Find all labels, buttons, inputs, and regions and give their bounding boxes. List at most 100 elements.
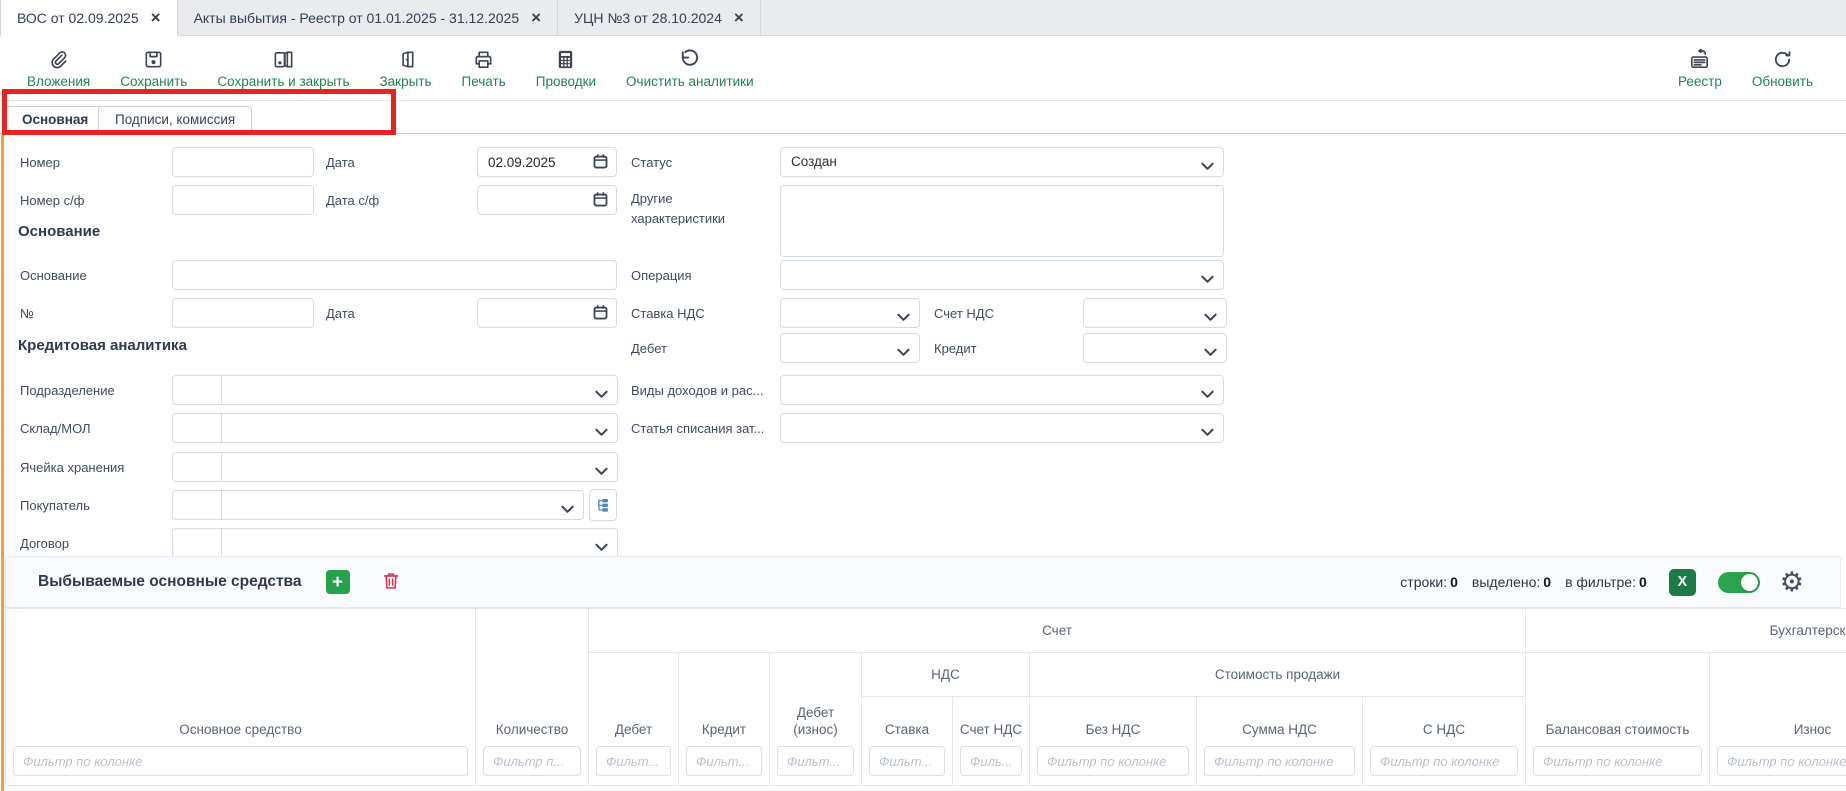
warehouse-combo bbox=[172, 413, 618, 443]
window-tab-acts-registry[interactable]: Акты выбытия - Реестр от 01.01.2025 - 31… bbox=[178, 0, 559, 35]
window-tab-vos[interactable]: ВОС от 02.09.2025 × bbox=[0, 0, 178, 36]
calendar-icon[interactable] bbox=[592, 153, 609, 175]
chevron-down-icon bbox=[1204, 309, 1217, 327]
invoice-number-input[interactable] bbox=[172, 185, 314, 215]
writeoff-item-select[interactable] bbox=[780, 413, 1224, 443]
print-button[interactable]: Печать bbox=[447, 48, 521, 89]
invoice-number-label: Номер с/ф bbox=[20, 193, 84, 208]
save-button[interactable]: Сохранить bbox=[105, 48, 202, 89]
group-account: Счет Дебет Кредит Дебет (износ) bbox=[589, 609, 1526, 785]
contract-code-input[interactable] bbox=[172, 528, 222, 558]
excel-export-button[interactable]: X bbox=[1669, 569, 1696, 596]
filter-input-balance-cost[interactable] bbox=[1533, 746, 1702, 776]
chevron-down-icon bbox=[1201, 271, 1214, 289]
invoice-date-input[interactable] bbox=[478, 186, 588, 214]
storage-cell-label: Ячейка хранения bbox=[20, 460, 124, 475]
basis-date-field bbox=[477, 298, 617, 328]
storage-cell-select[interactable] bbox=[221, 452, 618, 482]
refresh-button[interactable]: Обновить bbox=[1737, 48, 1828, 89]
tab-main[interactable]: Основная bbox=[5, 106, 105, 134]
document-toolbar: Вложения Сохранить Сохранить и закрыть З… bbox=[0, 36, 1846, 101]
debit-select[interactable] bbox=[780, 333, 920, 363]
vat-account-label: Счет НДС bbox=[934, 306, 994, 321]
credit-select[interactable] bbox=[1083, 333, 1227, 363]
column-rate: Ставка bbox=[862, 697, 953, 785]
vat-account-select[interactable] bbox=[1083, 298, 1227, 328]
storage-cell-code-input[interactable] bbox=[172, 452, 222, 482]
postings-button[interactable]: Проводки bbox=[521, 48, 611, 89]
save-and-close-button[interactable]: Сохранить и закрыть bbox=[202, 48, 364, 89]
basis-label: Основание bbox=[20, 268, 87, 283]
app-window: ВОС от 02.09.2025 × Акты выбытия - Реест… bbox=[0, 0, 1846, 791]
calendar-icon[interactable] bbox=[592, 304, 609, 326]
clear-analytics-button[interactable]: Очистить аналитики bbox=[611, 48, 769, 89]
department-code-input[interactable] bbox=[172, 375, 222, 405]
refresh-icon bbox=[1771, 48, 1794, 71]
window-tab-ucn[interactable]: УЦН №3 от 28.10.2024 × bbox=[558, 0, 761, 35]
basis-no-label: № bbox=[20, 306, 34, 321]
contract-select[interactable] bbox=[221, 528, 618, 558]
basis-date-label: Дата bbox=[326, 306, 355, 321]
basis-input[interactable] bbox=[172, 260, 617, 290]
chevron-down-icon bbox=[1204, 344, 1217, 362]
basis-section-header: Основание bbox=[18, 223, 100, 240]
attachments-button[interactable]: Вложения bbox=[12, 48, 105, 89]
column-asset: Основное средство bbox=[6, 609, 476, 785]
chevron-down-icon bbox=[595, 386, 608, 404]
registry-button[interactable]: Реестр bbox=[1663, 48, 1737, 89]
warehouse-code-input[interactable] bbox=[172, 413, 222, 443]
credit-label: Кредит bbox=[934, 341, 977, 356]
assets-grid-header: Выбываемые основные средства + строки:0 … bbox=[5, 556, 1841, 608]
close-icon[interactable]: × bbox=[734, 9, 744, 26]
operation-label: Операция bbox=[631, 268, 692, 283]
chevron-down-icon bbox=[595, 424, 608, 442]
income-expense-types-select[interactable] bbox=[780, 375, 1224, 405]
filter-input-quantity[interactable] bbox=[483, 746, 581, 776]
column-without-vat: Без НДС bbox=[1030, 697, 1197, 785]
department-select[interactable] bbox=[221, 375, 618, 405]
filter-input-debit-wear[interactable] bbox=[777, 746, 854, 776]
calendar-icon[interactable] bbox=[592, 191, 609, 213]
add-row-button[interactable]: + bbox=[326, 570, 350, 594]
close-document-button[interactable]: Закрыть bbox=[365, 48, 447, 89]
filter-toggle[interactable] bbox=[1718, 572, 1760, 593]
date-input[interactable] bbox=[478, 148, 588, 176]
basis-no-input[interactable] bbox=[172, 298, 314, 328]
group-sale-cost: Стоимость продажи Без НДС Сумма НДС bbox=[1030, 653, 1526, 785]
filter-input-asset[interactable] bbox=[13, 746, 468, 776]
filter-input-wear[interactable] bbox=[1717, 746, 1846, 776]
income-expense-types-label: Виды доходов и рас... bbox=[631, 383, 763, 398]
vat-rate-select[interactable] bbox=[780, 298, 920, 328]
tab-signatures-commission[interactable]: Подписи, комиссия bbox=[98, 106, 252, 134]
other-characteristics-textarea[interactable] bbox=[780, 185, 1224, 257]
warehouse-select[interactable] bbox=[221, 413, 618, 443]
operation-select[interactable] bbox=[780, 260, 1224, 290]
printer-icon bbox=[472, 48, 495, 71]
column-vat-sum: Сумма НДС bbox=[1197, 697, 1363, 785]
close-icon[interactable]: × bbox=[151, 9, 161, 26]
filter-input-credit[interactable] bbox=[686, 746, 762, 776]
buyer-code-input[interactable] bbox=[172, 490, 222, 520]
number-input[interactable] bbox=[172, 147, 314, 177]
filter-input-vat-account[interactable] bbox=[960, 746, 1022, 776]
debit-label: Дебет bbox=[631, 341, 667, 356]
filter-input-rate[interactable] bbox=[869, 746, 945, 776]
filter-input-vat-sum[interactable] bbox=[1204, 746, 1355, 776]
selected-count: выделено:0 bbox=[1472, 574, 1551, 590]
column-vat-account: Счет НДС bbox=[953, 697, 1030, 785]
close-icon[interactable]: × bbox=[531, 9, 541, 26]
delete-row-button[interactable] bbox=[380, 569, 402, 595]
column-debit-wear: Дебет (износ) bbox=[770, 653, 862, 785]
form-tab-strip: Основная Подписи, комиссия bbox=[0, 101, 1846, 134]
filter-input-without-vat[interactable] bbox=[1037, 746, 1189, 776]
filter-input-debit[interactable] bbox=[596, 746, 671, 776]
grid-settings-button[interactable]: ⚙ bbox=[1780, 569, 1804, 596]
assets-table: Основное средство Количество Счет Дебет … bbox=[5, 608, 1846, 786]
other-characteristics-label: Другие характеристики bbox=[631, 189, 761, 228]
buyer-tree-select-button[interactable] bbox=[589, 489, 617, 521]
filter-input-with-vat[interactable] bbox=[1370, 746, 1518, 776]
basis-date-input[interactable] bbox=[478, 299, 588, 327]
hierarchy-tree-icon bbox=[594, 496, 612, 514]
buyer-select[interactable] bbox=[221, 490, 584, 520]
status-select[interactable]: Создан bbox=[780, 147, 1224, 177]
